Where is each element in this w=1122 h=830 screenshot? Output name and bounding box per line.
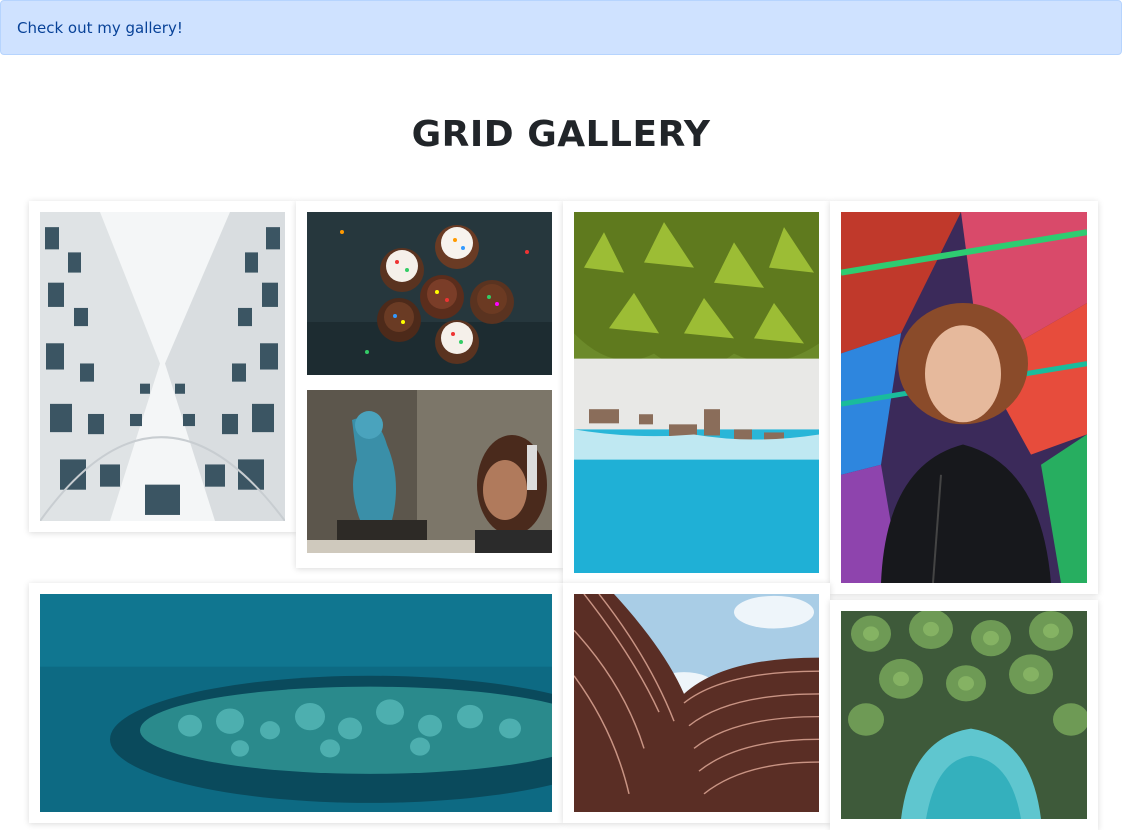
page-title: GRID GALLERY (411, 114, 711, 155)
alert-text: Check out my gallery! (17, 18, 183, 37)
gallery-item-6[interactable] (563, 583, 830, 823)
gallery-image-aerial-beach[interactable] (574, 212, 819, 573)
gallery-item-4[interactable] (830, 201, 1098, 594)
gallery-item-1[interactable] (29, 201, 296, 532)
gallery-item-5[interactable] (29, 583, 563, 823)
gallery-image-curved-building[interactable] (574, 594, 819, 812)
gallery-image-cupcakes[interactable] (307, 212, 552, 375)
alert-banner: Check out my gallery! (0, 0, 1122, 55)
gallery-item-7[interactable] (830, 600, 1098, 830)
gallery-image-buildings[interactable] (40, 212, 285, 521)
gallery-image-aerial-palms[interactable] (841, 611, 1087, 819)
gallery-item-2[interactable] (296, 201, 563, 568)
gallery-image-reef[interactable] (40, 594, 552, 812)
gallery-image-graffiti-headphones[interactable] (307, 390, 552, 553)
gallery-item-3[interactable] (563, 201, 830, 584)
gallery-image-graffiti-portrait[interactable] (841, 212, 1087, 583)
